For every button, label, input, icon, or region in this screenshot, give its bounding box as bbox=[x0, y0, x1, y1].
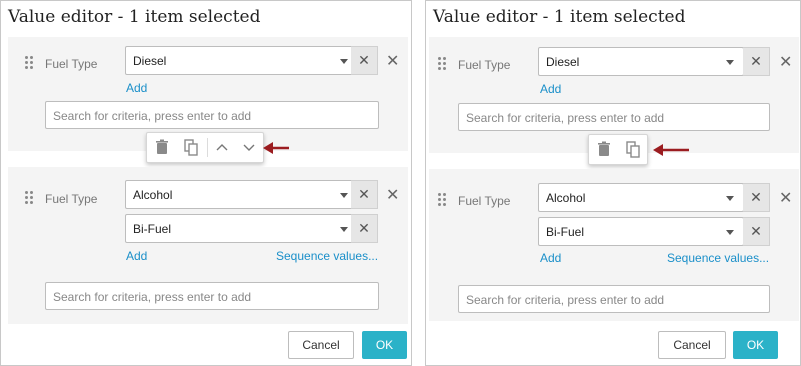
search-criteria-input[interactable]: Search for criteria, press enter to add bbox=[458, 103, 770, 131]
chevron-up-icon bbox=[216, 144, 228, 151]
field-label: Fuel Type bbox=[458, 194, 511, 208]
copy-icon bbox=[184, 139, 198, 156]
criteria-group: Fuel Type Alcohol ✕ ✕ Bi-Fuel ✕ Add Sequ… bbox=[8, 167, 408, 324]
arrow-annotation-icon bbox=[653, 144, 689, 156]
field-label: Fuel Type bbox=[45, 57, 98, 71]
trash-icon bbox=[156, 139, 168, 154]
copy-button[interactable] bbox=[618, 135, 648, 164]
select-value: Diesel bbox=[133, 54, 167, 68]
add-link[interactable]: Add bbox=[540, 251, 561, 265]
select-value: Alcohol bbox=[133, 188, 173, 202]
copy-icon bbox=[626, 141, 640, 158]
chevron-down-icon bbox=[340, 227, 348, 232]
delete-button[interactable] bbox=[589, 135, 619, 164]
add-link[interactable]: Add bbox=[126, 81, 147, 95]
value-editor-panel-right: Value editor - 1 item selected Fuel Type… bbox=[425, 0, 801, 366]
item-toolbar bbox=[146, 132, 264, 163]
chevron-down-icon bbox=[726, 230, 734, 235]
field-label: Fuel Type bbox=[45, 192, 98, 206]
remove-criteria-button[interactable]: ✕ bbox=[386, 54, 399, 70]
value-select[interactable]: Bi-Fuel bbox=[125, 214, 358, 243]
value-select[interactable]: Alcohol bbox=[125, 180, 358, 209]
ok-button[interactable]: OK bbox=[362, 331, 407, 359]
search-criteria-input[interactable]: Search for criteria, press enter to add bbox=[458, 285, 770, 313]
sequence-values-link[interactable]: Sequence values... bbox=[667, 251, 769, 265]
panel-title: Value editor - 1 item selected bbox=[433, 7, 686, 27]
cancel-button[interactable]: Cancel bbox=[288, 331, 354, 359]
field-label: Fuel Type bbox=[458, 58, 511, 72]
trash-icon bbox=[598, 141, 610, 156]
add-link[interactable]: Add bbox=[126, 249, 147, 263]
ok-button[interactable]: OK bbox=[733, 331, 778, 359]
item-toolbar bbox=[588, 134, 648, 165]
value-select[interactable]: Alcohol bbox=[538, 183, 744, 212]
select-value: Bi-Fuel bbox=[133, 222, 172, 236]
drag-handle-icon[interactable] bbox=[25, 191, 35, 205]
add-link[interactable]: Add bbox=[540, 82, 561, 96]
drag-handle-icon[interactable] bbox=[438, 193, 448, 207]
search-criteria-input[interactable]: Search for criteria, press enter to add bbox=[45, 101, 379, 129]
move-down-button[interactable] bbox=[235, 133, 265, 162]
chevron-down-icon bbox=[340, 59, 348, 64]
select-value: Bi-Fuel bbox=[546, 225, 585, 239]
value-select[interactable]: Diesel bbox=[125, 46, 358, 75]
criteria-group: Fuel Type Alcohol ✕ ✕ Bi-Fuel ✕ Add Sequ… bbox=[429, 169, 799, 321]
delete-button[interactable] bbox=[147, 133, 177, 162]
clear-value-button[interactable]: ✕ bbox=[351, 46, 378, 75]
chevron-down-icon bbox=[726, 60, 734, 65]
remove-criteria-button[interactable]: ✕ bbox=[779, 191, 792, 207]
search-criteria-input[interactable]: Search for criteria, press enter to add bbox=[45, 282, 379, 310]
move-up-button[interactable] bbox=[208, 133, 238, 162]
chevron-down-icon bbox=[726, 196, 734, 201]
chevron-down-icon bbox=[243, 144, 255, 151]
clear-value-button[interactable]: ✕ bbox=[743, 183, 770, 212]
remove-criteria-button[interactable]: ✕ bbox=[779, 55, 792, 71]
panel-title: Value editor - 1 item selected bbox=[8, 7, 261, 27]
drag-handle-icon[interactable] bbox=[438, 57, 448, 71]
clear-value-button[interactable]: ✕ bbox=[351, 180, 378, 209]
select-value: Diesel bbox=[546, 55, 580, 69]
chevron-down-icon bbox=[340, 193, 348, 198]
select-value: Alcohol bbox=[546, 191, 586, 205]
clear-value-button[interactable]: ✕ bbox=[743, 217, 770, 246]
drag-handle-icon[interactable] bbox=[25, 56, 35, 70]
copy-button[interactable] bbox=[176, 133, 206, 162]
clear-value-button[interactable]: ✕ bbox=[351, 214, 378, 243]
cancel-button[interactable]: Cancel bbox=[658, 331, 726, 359]
arrow-annotation-icon bbox=[263, 142, 289, 154]
sequence-values-link[interactable]: Sequence values... bbox=[276, 249, 378, 263]
remove-criteria-button[interactable]: ✕ bbox=[386, 188, 399, 204]
value-select[interactable]: Bi-Fuel bbox=[538, 217, 744, 246]
clear-value-button[interactable]: ✕ bbox=[743, 47, 770, 76]
value-select[interactable]: Diesel bbox=[538, 47, 744, 76]
value-editor-panel-left: Value editor - 1 item selected Fuel Type… bbox=[0, 0, 412, 366]
